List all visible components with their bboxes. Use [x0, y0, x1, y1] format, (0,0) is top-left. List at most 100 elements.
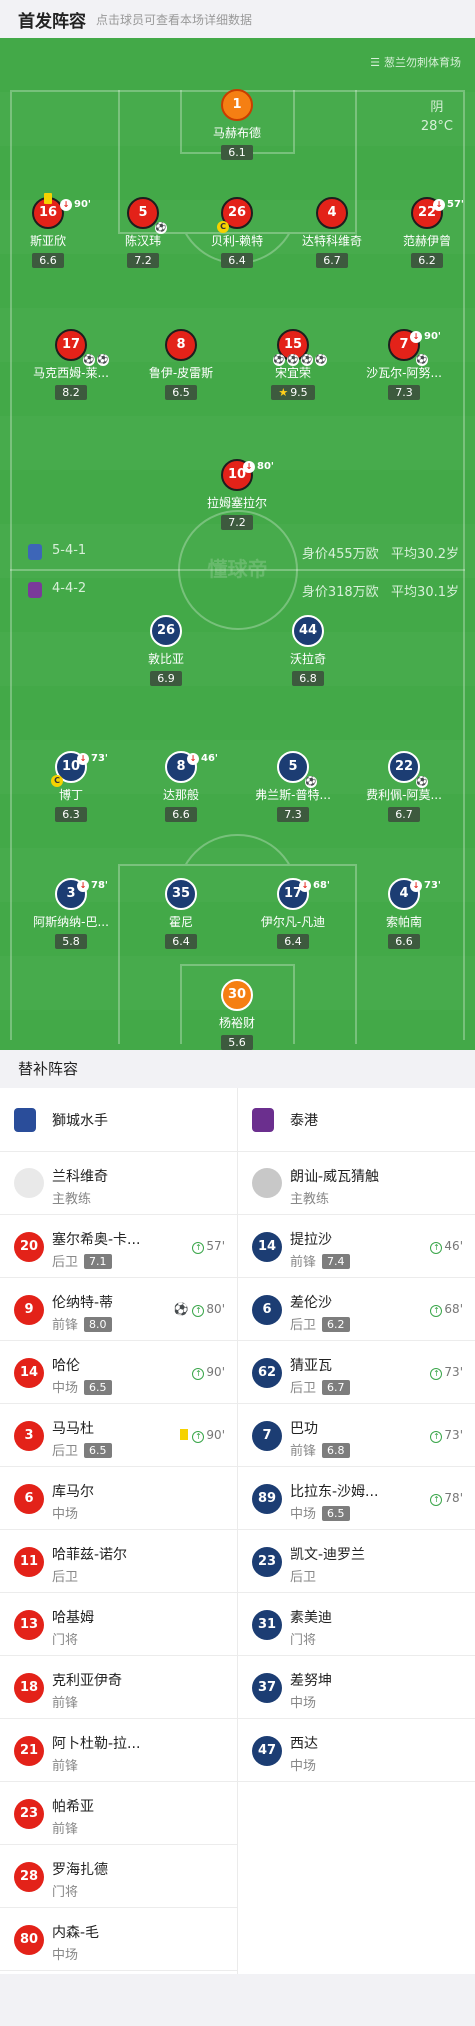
- player-rating: 7.2: [127, 253, 159, 268]
- away-player[interactable]: 3 ↓ 78' 阿斯纳纳-巴... 5.8: [15, 878, 127, 949]
- away-player-gk[interactable]: 30 杨裕财 5.6: [181, 979, 293, 1050]
- bench-player[interactable]: 6 差伦沙 后卫 6.2 ↑ 68': [238, 1278, 475, 1341]
- sub-off-icon: ↓ 57': [433, 191, 464, 219]
- player-name: 索帕南: [385, 915, 422, 929]
- page-header: 首发阵容 点击球员可查看本场详细数据: [0, 0, 475, 38]
- bench-player[interactable]: 31 素美迪 门将: [238, 1593, 475, 1656]
- away-player[interactable]: 26 敦比亚 6.9: [110, 615, 222, 686]
- player-rating: 6.6: [32, 253, 64, 268]
- player-position: 后卫: [290, 1570, 317, 1585]
- player-rating: 6.9: [150, 671, 182, 686]
- away-coach[interactable]: 朗讪-威瓦猜触 主教练: [238, 1152, 475, 1215]
- home-player[interactable]: 10 ↓ 80' 拉姆塞拉尔 7.2: [181, 459, 293, 530]
- sub-in-icon: ↑: [192, 1368, 205, 1380]
- player-number: 31: [252, 1610, 282, 1640]
- player-name: 沃拉奇: [289, 652, 326, 666]
- away-player[interactable]: 4 ↓ 73' 索帕南 6.6: [348, 878, 460, 949]
- home-player[interactable]: 7 ↓ 90' ⚽ 沙瓦尔-阿努... 7.3: [348, 329, 460, 400]
- player-rating: 6.2: [411, 253, 443, 268]
- bench-player[interactable]: 14 哈伦 中场 6.5 ↑ 90': [0, 1341, 237, 1404]
- captain-icon: C: [51, 775, 63, 787]
- coach-name: 兰科维奇: [52, 1169, 108, 1185]
- sub-in-event: ⚽ ↑ 80': [173, 1302, 225, 1317]
- weather-cond: 阴: [430, 100, 444, 115]
- coach-name: 朗讪-威瓦猜触: [290, 1169, 380, 1185]
- player-number: 4: [316, 197, 348, 229]
- home-player[interactable]: 17 ⚽ ⚽ 马克西姆-莱... 8.2: [15, 329, 127, 400]
- bench-player[interactable]: 9 伦纳特-蒂 前锋 8.0 ⚽ ↑ 80': [0, 1278, 237, 1341]
- away-player[interactable]: 17 ↓ 68' 伊尔凡-凡迪 6.4: [237, 878, 349, 949]
- away-player[interactable]: 35 霍尼 6.4: [125, 878, 237, 949]
- sub-off-icon: ↓ 78': [77, 872, 108, 900]
- page-hint: 点击球员可查看本场详细数据: [96, 12, 253, 27]
- sub-off-icon: ↓ 80': [243, 453, 274, 481]
- bench-player[interactable]: 21 阿卜杜勒-拉... 前锋: [0, 1719, 237, 1782]
- player-rating: 6.7: [388, 807, 420, 822]
- player-rating: 6.2: [322, 1317, 350, 1332]
- bench-player[interactable]: 11 哈菲兹-诺尔 后卫: [0, 1530, 237, 1593]
- bench-player[interactable]: 23 凯文-迪罗兰 后卫: [238, 1530, 475, 1593]
- player-name: 哈基姆: [52, 1610, 94, 1626]
- player-name: 拉姆塞拉尔: [206, 496, 267, 510]
- player-position: 后卫 6.2: [290, 1314, 350, 1333]
- bench-player[interactable]: 62 猜亚瓦 后卫 6.7 ↑ 73': [238, 1341, 475, 1404]
- player-position: 中场 6.5: [290, 1503, 350, 1522]
- assist-icon: ⚽: [83, 354, 95, 366]
- away-player[interactable]: 44 沃拉奇 6.8: [252, 615, 364, 686]
- away-player[interactable]: 8 ↓ 46' 达那般 6.6: [125, 751, 237, 822]
- yellow-card-icon: [44, 193, 52, 204]
- player-position: 中场: [52, 1507, 79, 1522]
- bench-player[interactable]: 6 库马尔 中场: [0, 1467, 237, 1530]
- bench-player[interactable]: 80 内森-毛 中场: [0, 1908, 237, 1971]
- away-team-icon: [28, 582, 42, 598]
- sub-in-event: ↑ 90': [180, 1428, 225, 1443]
- home-player[interactable]: 22 ↓ 57' 范赫伊曾 6.2: [371, 197, 475, 268]
- player-rating: 7.3: [277, 807, 309, 822]
- player-position: 门将: [52, 1633, 79, 1648]
- bench-player[interactable]: 23 帕希亚 前锋: [0, 1782, 237, 1845]
- bench-player[interactable]: 20 塞尔希奥-卡... 后卫 7.1 ↑ 57': [0, 1215, 237, 1278]
- player-rating: 6.5: [322, 1506, 350, 1521]
- player-position: 中场: [290, 1759, 317, 1774]
- home-player-gk[interactable]: 1 马赫布德 6.1: [181, 89, 293, 160]
- player-name: 博丁: [58, 788, 83, 802]
- player-name: 伊尔凡-凡迪: [260, 915, 326, 929]
- home-bench: 獅城水手 兰科维奇 主教练 20 塞尔希奥-卡... 后卫 7.1 ↑ 57' 9 伦纳特-蒂…: [0, 1088, 237, 1971]
- player-number: 47: [252, 1736, 282, 1766]
- bench-player[interactable]: 7 巴功 前锋 6.8 ↑ 73': [238, 1404, 475, 1467]
- bench-player[interactable]: 14 提拉沙 前锋 7.4 ↑ 46': [238, 1215, 475, 1278]
- stadium-icon: ☰: [370, 56, 380, 69]
- player-number: 5: [138, 205, 148, 220]
- sub-in-icon: ↑: [430, 1368, 443, 1380]
- player-number: 20: [14, 1232, 44, 1262]
- away-player[interactable]: 22 ⚽ 费利佩-阿莫... 6.7: [348, 751, 460, 822]
- sub-in-event: ↑ 90': [192, 1365, 225, 1380]
- home-player[interactable]: 8 鲁伊-皮雷斯 6.5: [125, 329, 237, 400]
- player-number: 26: [150, 615, 182, 647]
- player-name: 内森-毛: [52, 1925, 100, 1941]
- away-player[interactable]: 5 ⚽ 弗兰斯-普特... 7.3: [237, 751, 349, 822]
- player-number: 6: [14, 1484, 44, 1514]
- bench-player[interactable]: 3 马马杜 后卫 6.5 ↑ 90': [0, 1404, 237, 1467]
- bench-player[interactable]: 18 克利亚伊奇 前锋: [0, 1656, 237, 1719]
- player-name: 凯文-迪罗兰: [290, 1547, 366, 1563]
- away-player[interactable]: 10 ↓ 73' C 博丁 6.3: [15, 751, 127, 822]
- home-coach[interactable]: 兰科维奇 主教练: [0, 1152, 237, 1215]
- sub-in-icon: ↑: [192, 1305, 205, 1317]
- bench-player[interactable]: 47 西达 中场: [238, 1719, 475, 1782]
- player-position: 前锋: [52, 1822, 79, 1837]
- player-rating: 6.6: [388, 934, 420, 949]
- team-name: 泰港: [290, 1113, 318, 1129]
- sub-off-icon: ↓ 90': [410, 323, 441, 351]
- bench-player[interactable]: 89 比拉东-沙姆... 中场 6.5 ↑ 78': [238, 1467, 475, 1530]
- player-name: 霍尼: [168, 915, 193, 929]
- goal-icon: ⚽: [273, 354, 285, 366]
- sub-in-icon: ↑: [430, 1494, 443, 1506]
- home-player[interactable]: 15 ⚽ ⚽ ⚽ ⚽ 宋宜荣 ★ 9.5: [237, 329, 349, 400]
- bench-player[interactable]: 37 差努坤 中场: [238, 1656, 475, 1719]
- bench-player[interactable]: 28 罗海扎德 门将: [0, 1845, 237, 1908]
- away-bench: 泰港 朗讪-威瓦猜触 主教练 14 提拉沙 前锋 7.4 ↑ 46' 6 差伦沙 后卫 6.2 ↑ 6…: [238, 1088, 475, 1782]
- player-name: 敦比亚: [147, 652, 184, 666]
- player-name: 沙瓦尔-阿努...: [366, 366, 442, 380]
- bench-player[interactable]: 13 哈基姆 门将: [0, 1593, 237, 1656]
